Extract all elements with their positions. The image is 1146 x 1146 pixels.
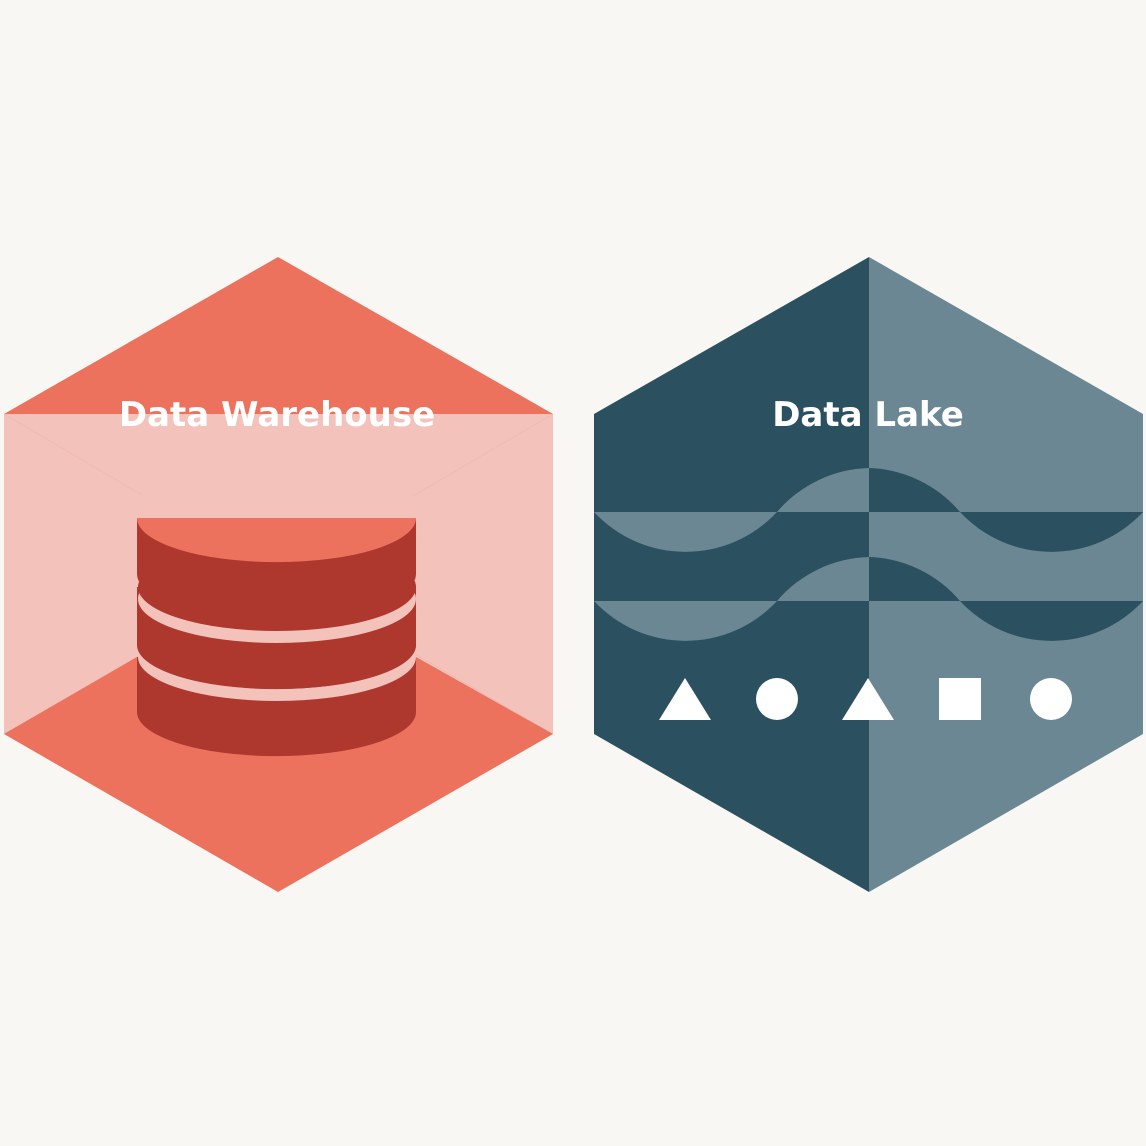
diagram-canvas: Data Warehouse Data Lake — [0, 0, 1146, 1146]
square-icon — [939, 678, 981, 720]
circle-icon — [1030, 678, 1072, 720]
warehouse-title: Data Warehouse — [119, 395, 435, 435]
lake-title: Data Lake — [772, 395, 964, 435]
database-cylinder-icon — [137, 518, 416, 757]
circle-icon — [756, 678, 798, 720]
